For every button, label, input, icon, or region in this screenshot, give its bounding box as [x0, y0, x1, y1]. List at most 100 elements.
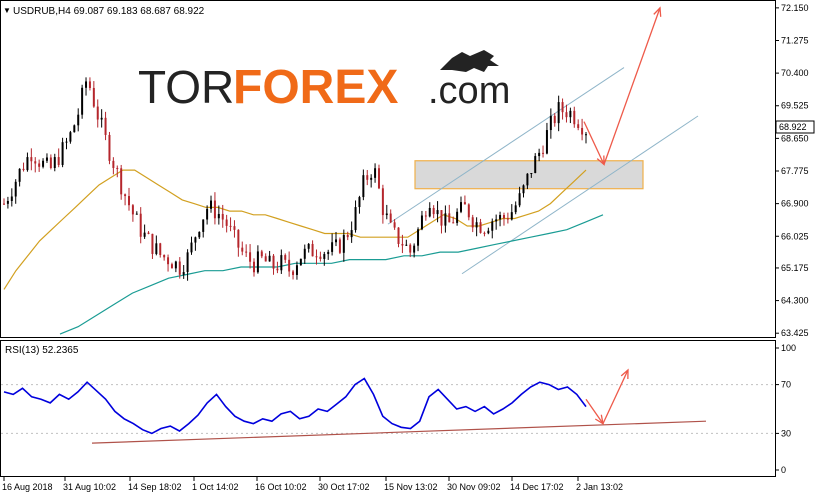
price-tick-label: 71.275 [781, 35, 809, 45]
candle-body [18, 168, 21, 182]
candle-body [120, 168, 123, 195]
rsi-tick-label: 30 [781, 428, 791, 438]
rsi-header: RSI(13) 52.2365 [5, 345, 79, 356]
candle-body [487, 230, 490, 234]
rsi-tick-label: 0 [781, 465, 786, 475]
candle-body [26, 157, 29, 171]
candle-body [264, 256, 267, 262]
symbol-header: USDRUB,H4 69.087 69.183 68.687 68.922 [13, 6, 205, 17]
candle-body [233, 226, 236, 230]
candle-body [85, 81, 88, 88]
candle-body [319, 256, 322, 259]
candle-body [127, 196, 130, 206]
candle-body [174, 261, 177, 269]
resistance-zone [414, 160, 644, 190]
candle-body [249, 252, 252, 262]
candle-body [135, 213, 138, 215]
rsi-panel-frame [0, 340, 776, 477]
candle-body [194, 237, 197, 243]
candle-body [45, 157, 48, 161]
candle-body [323, 254, 326, 259]
logo-tor: TOR [138, 61, 234, 113]
price-axis: 72.150 71.275 70.400 69.525 68.650 67.775 66.9… [775, 3, 809, 338]
candle-body [440, 210, 443, 226]
candle-body [338, 239, 341, 253]
candle-body [370, 177, 373, 180]
candle-body [397, 227, 400, 244]
candle-body [530, 172, 533, 174]
candle-body [104, 117, 107, 135]
candle-body [256, 251, 259, 273]
candle-body [276, 268, 279, 271]
candle-body [272, 255, 275, 269]
candle-body [288, 259, 291, 272]
candle-body [456, 211, 459, 223]
candle-body [186, 252, 189, 273]
candle-body [381, 188, 384, 216]
rsi-tick-label: 70 [781, 380, 791, 390]
candle-body [549, 115, 552, 131]
time-tick-label: 1 Oct 14:02 [192, 482, 239, 492]
candle-body [417, 229, 420, 246]
candle-body [561, 102, 564, 113]
candle-body [198, 231, 201, 238]
candle-body [307, 243, 310, 249]
candle-body [420, 215, 423, 230]
price-tick-label: 70.400 [781, 68, 809, 78]
price-tick-label: 64.300 [781, 296, 809, 306]
candle-body [38, 163, 41, 167]
candle-body [170, 264, 173, 269]
candle-body [436, 210, 439, 215]
candle-body [538, 152, 541, 157]
candle-body [315, 256, 318, 258]
candle-body [342, 234, 345, 253]
candle-body [237, 229, 240, 248]
price-tick-label: 66.900 [781, 199, 809, 209]
candle-body [131, 205, 134, 215]
candle-body [73, 125, 76, 133]
candle-body [167, 257, 170, 265]
candle-body [350, 230, 353, 238]
candle-body [366, 175, 369, 180]
candle-body [217, 213, 220, 219]
logo-com: .com [428, 70, 510, 112]
candle-body [69, 132, 72, 142]
candle-body [210, 200, 213, 209]
candle-body [92, 87, 95, 107]
candle-body [358, 197, 361, 208]
candle-body [225, 219, 228, 226]
candle-body [159, 243, 162, 255]
time-tick-label: 14 Dec 17:02 [510, 482, 564, 492]
candle-body [467, 204, 470, 218]
candle-body [448, 213, 451, 223]
candle-body [424, 215, 427, 217]
candle-body [393, 222, 396, 228]
chart-svg: 72.150 71.275 70.400 69.525 68.650 67.775 66.9… [0, 0, 815, 492]
time-axis: 16 Aug 2018 31 Aug 10:02 14 Sep 18:02 1 Oct… [2, 477, 623, 492]
symbol-dropdown-icon[interactable]: ▼ [3, 6, 11, 15]
candle-body [116, 167, 119, 169]
candle-body [42, 160, 45, 167]
candle-body [327, 251, 330, 255]
candle-body [213, 200, 216, 219]
candle-body [284, 255, 287, 260]
candle-body [65, 141, 68, 143]
candle-body [405, 244, 408, 246]
candle-body [495, 219, 498, 222]
candle-body [229, 225, 232, 227]
chart-window: 72.150 71.275 70.400 69.525 68.650 67.775 66.9… [0, 0, 815, 497]
candle-body [385, 213, 388, 216]
candle-body [22, 168, 25, 171]
candle-body [518, 193, 521, 206]
resistance-zone-rect [414, 160, 644, 190]
last-price-value: 68.922 [779, 122, 807, 132]
candle-body [112, 160, 115, 168]
time-tick-label: 15 Nov 13:02 [384, 482, 438, 492]
candle-body [241, 247, 244, 252]
candle-body [295, 265, 298, 275]
candle-body [206, 208, 209, 220]
candle-body [182, 272, 185, 275]
candle-body [190, 242, 193, 253]
candle-body [471, 217, 474, 228]
candle-body [506, 218, 509, 220]
